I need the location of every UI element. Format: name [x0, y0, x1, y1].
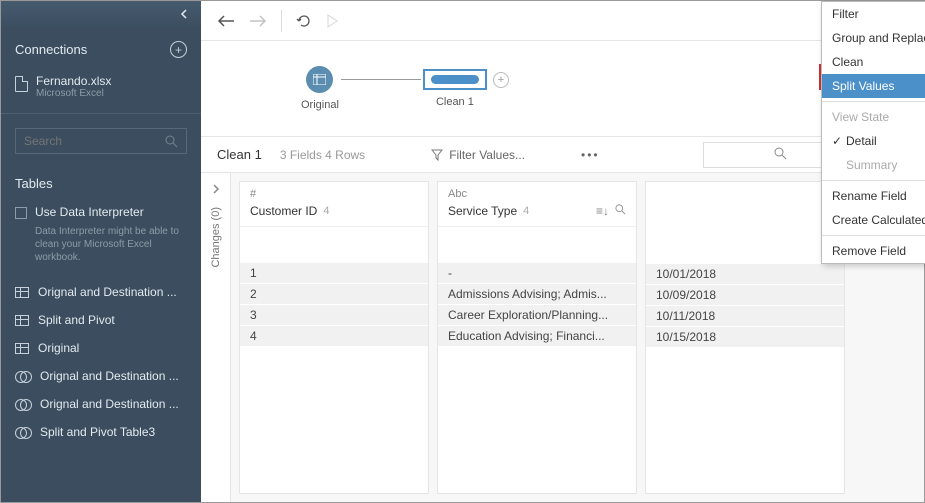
table-item[interactable]: Orignal and Destination ... [1, 278, 201, 306]
connection-file-type: Microsoft Excel [36, 88, 111, 99]
join-icon [15, 427, 31, 438]
menu-rename-field[interactable]: Rename Field [822, 184, 925, 208]
connections-label: Connections [15, 42, 87, 57]
refresh-button[interactable] [296, 13, 312, 29]
run-button[interactable] [326, 14, 338, 28]
table-item[interactable]: Orignal and Destination ... [1, 390, 201, 418]
cell[interactable]: Career Exploration/Planning... [438, 305, 636, 326]
sidebar-collapse-button[interactable] [1, 1, 201, 27]
search-field[interactable] [24, 134, 144, 148]
cell[interactable]: 1 [240, 263, 428, 284]
field-type: # [240, 182, 428, 202]
changes-expand-button[interactable] [212, 181, 220, 199]
node-label: Original [301, 99, 339, 111]
changes-label: Changes (0) [210, 207, 222, 268]
menu-summary: Summary [822, 153, 925, 177]
field-name[interactable]: Customer ID [250, 204, 317, 218]
field-type: Abc [438, 182, 636, 202]
changes-panel: Changes (0) [201, 173, 231, 502]
forward-button[interactable] [249, 14, 267, 28]
step-meta: 3 Fields 4 Rows [280, 148, 365, 162]
cell[interactable]: Admissions Advising; Admis... [438, 284, 636, 305]
menu-detail[interactable]: ✓Detail [822, 129, 925, 153]
sort-button[interactable]: ≡↓ [596, 204, 609, 218]
clean-step-icon [431, 75, 479, 84]
field-count: 4 [323, 205, 329, 217]
cell[interactable]: 10/15/2018 [646, 327, 844, 348]
table-icon [15, 287, 29, 298]
field-column-service-type: Abc Service Type 4 ≡↓ - Admissions Advis… [437, 181, 637, 494]
toolbar [201, 1, 924, 41]
search-icon [165, 135, 178, 148]
step-name: Clean 1 [217, 147, 262, 162]
step-header: Clean 1 3 Fields 4 Rows Filter Values...… [201, 137, 924, 173]
search-icon [615, 204, 626, 215]
table-item[interactable]: Original [1, 334, 201, 362]
chevron-left-icon [180, 9, 187, 19]
cell[interactable]: 10/09/2018 [646, 285, 844, 306]
table-item[interactable]: Split and Pivot [1, 306, 201, 334]
cell[interactable]: 4 [240, 326, 428, 347]
menu-remove-field[interactable]: Remove Field [822, 239, 925, 263]
field-column-customer-id: # Customer ID 4 1 2 3 4 [239, 181, 429, 494]
datasource-icon [306, 66, 333, 93]
search-icon [774, 147, 787, 160]
join-icon [15, 399, 31, 410]
join-icon [15, 371, 31, 382]
node-label: Clean 1 [436, 96, 474, 108]
field-name[interactable]: Service Type [448, 204, 517, 218]
interpreter-checkbox[interactable] [15, 207, 27, 219]
menu-group-replace[interactable]: Group and Replace▶ [822, 26, 925, 50]
cell[interactable]: 3 [240, 305, 428, 326]
cell[interactable]: - [438, 263, 636, 284]
add-connection-button[interactable]: + [170, 41, 187, 58]
table-item[interactable]: Split and Pivot Table3 [1, 418, 201, 446]
table-list: Orignal and Destination ... Split and Pi… [1, 274, 201, 450]
search-field-button[interactable] [615, 204, 626, 218]
tables-header: Tables [1, 166, 201, 197]
cell[interactable]: 10/01/2018 [646, 264, 844, 285]
menu-calculated-field[interactable]: Create Calculated Field... [822, 208, 925, 232]
connection-file-name: Fernando.xlsx [36, 74, 111, 88]
cell[interactable]: 10/11/2018 [646, 306, 844, 327]
flow-canvas: Original Clean 1 + [201, 41, 924, 137]
menu-view-state: View State [822, 105, 925, 129]
menu-clean[interactable]: Clean▶ [822, 50, 925, 74]
menu-split-values[interactable]: Split Values▶ [822, 74, 925, 98]
sidebar: Connections + Fernando.xlsx Microsoft Ex… [1, 1, 201, 502]
filter-icon [431, 149, 443, 161]
menu-filter[interactable]: Filter▶ [822, 2, 925, 26]
interpreter-label: Use Data Interpreter [35, 205, 144, 219]
filter-values-button[interactable]: Filter Values... [431, 148, 525, 162]
interpreter-description: Data Interpreter might be able to clean … [1, 225, 201, 274]
document-icon [15, 76, 28, 92]
chevron-right-icon [212, 184, 220, 194]
cell[interactable]: 2 [240, 284, 428, 305]
search-input[interactable] [15, 128, 187, 154]
field-column-date: 10/01/2018 10/09/2018 10/11/2018 10/15/2… [645, 181, 845, 494]
flow-node-clean[interactable]: Clean 1 [423, 69, 487, 108]
table-icon [15, 315, 29, 326]
flow-node-original[interactable]: Original [301, 66, 339, 111]
add-step-button[interactable]: + [493, 72, 509, 88]
context-menu: Filter▶ Group and Replace▶ Clean▶ Split … [821, 1, 925, 264]
flow-connector [341, 79, 421, 80]
table-icon [15, 343, 29, 354]
more-options-button[interactable]: ••• [581, 148, 600, 162]
table-item[interactable]: Orignal and Destination ... [1, 362, 201, 390]
cell[interactable]: Education Advising; Financi... [438, 326, 636, 347]
field-count: 4 [523, 205, 529, 217]
main-area: ▲ Original Clean 1 + Clean 1 3 Fields 4 … [201, 1, 924, 502]
back-button[interactable] [217, 14, 235, 28]
connection-item[interactable]: Fernando.xlsx Microsoft Excel [1, 68, 201, 109]
